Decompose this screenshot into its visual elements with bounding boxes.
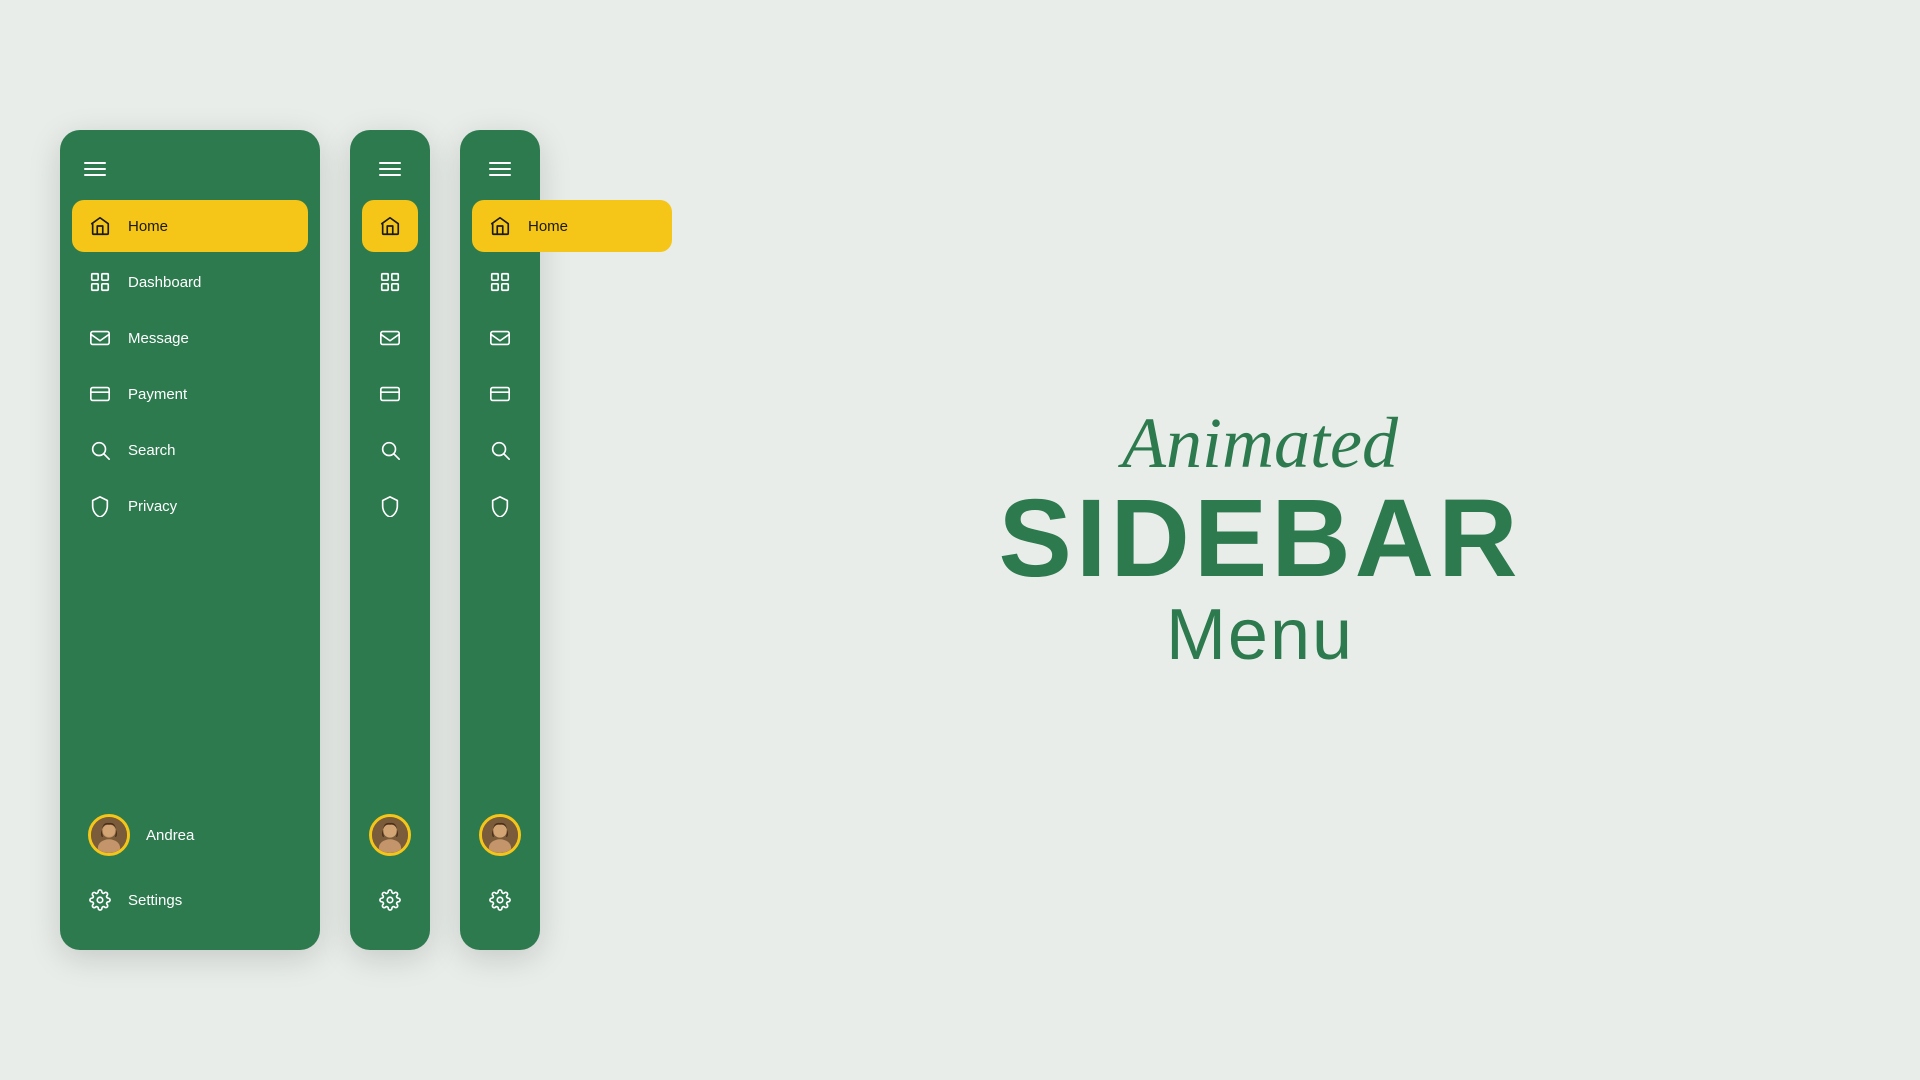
home-icon-medium bbox=[378, 214, 402, 238]
avatar-item-expanded[interactable]: Andrea bbox=[72, 800, 308, 870]
avatar-compact bbox=[479, 814, 521, 856]
nav-item-dashboard-compact[interactable] bbox=[472, 256, 528, 308]
sidebar-expanded: Home Dashboard Message bbox=[60, 130, 320, 950]
search-icon bbox=[88, 438, 112, 462]
home-icon bbox=[88, 214, 112, 238]
nav-label-home-expanded: Home bbox=[128, 218, 168, 235]
payment-icon bbox=[88, 382, 112, 406]
nav-item-dashboard-medium[interactable] bbox=[362, 256, 418, 308]
nav-item-search-medium[interactable] bbox=[362, 424, 418, 476]
nav-item-payment-compact[interactable] bbox=[472, 368, 528, 420]
search-icon-compact bbox=[488, 438, 512, 462]
sidebar-bottom-expanded: Andrea Settings bbox=[60, 800, 320, 926]
nav-item-home-expanded[interactable]: Home bbox=[72, 200, 308, 252]
dashboard-icon bbox=[88, 270, 112, 294]
hero-title-animated: Animated SIDEBAR Menu bbox=[998, 404, 1521, 675]
hamburger-button-medium[interactable] bbox=[379, 162, 401, 176]
nav-label-settings-expanded: Settings bbox=[128, 892, 182, 909]
settings-icon-compact bbox=[488, 888, 512, 912]
privacy-icon bbox=[88, 494, 112, 518]
payment-icon-compact bbox=[488, 382, 512, 406]
settings-icon-medium bbox=[378, 888, 402, 912]
nav-item-message-medium[interactable] bbox=[362, 312, 418, 364]
sidebar-bottom-compact bbox=[460, 800, 540, 926]
nav-item-settings-medium[interactable] bbox=[378, 874, 402, 926]
hamburger-button-compact[interactable] bbox=[489, 162, 511, 176]
message-icon-medium bbox=[378, 326, 402, 350]
nav-items-compact: Home bbox=[460, 200, 540, 800]
sidebar-header-medium bbox=[350, 154, 430, 200]
nav-label-home-compact: Home bbox=[528, 218, 568, 235]
dashboard-icon-medium bbox=[378, 270, 402, 294]
sidebars-area: Home Dashboard Message bbox=[60, 130, 540, 950]
message-icon bbox=[88, 326, 112, 350]
nav-items-medium bbox=[350, 200, 430, 800]
sidebar-compact: Home bbox=[460, 130, 540, 950]
nav-item-home-compact[interactable]: Home bbox=[472, 200, 672, 252]
nav-item-settings-compact[interactable] bbox=[488, 874, 512, 926]
nav-item-home-medium[interactable] bbox=[362, 200, 418, 252]
home-icon-compact bbox=[488, 214, 512, 238]
nav-item-privacy-medium[interactable] bbox=[362, 480, 418, 532]
avatar-medium bbox=[369, 814, 411, 856]
sidebar-bottom-medium bbox=[350, 800, 430, 926]
avatar-name-expanded: Andrea bbox=[146, 827, 194, 844]
nav-item-search-expanded[interactable]: Search bbox=[72, 424, 308, 476]
nav-label-payment-expanded: Payment bbox=[128, 386, 187, 403]
nav-item-message-compact[interactable] bbox=[472, 312, 528, 364]
payment-icon-medium bbox=[378, 382, 402, 406]
nav-items-expanded: Home Dashboard Message bbox=[60, 200, 320, 800]
hero-line3: Menu bbox=[998, 594, 1521, 676]
nav-label-privacy-expanded: Privacy bbox=[128, 498, 177, 515]
nav-label-message-expanded: Message bbox=[128, 330, 189, 347]
privacy-icon-medium bbox=[378, 494, 402, 518]
nav-item-dashboard-expanded[interactable]: Dashboard bbox=[72, 256, 308, 308]
search-icon-medium bbox=[378, 438, 402, 462]
nav-item-payment-medium[interactable] bbox=[362, 368, 418, 420]
nav-item-privacy-expanded[interactable]: Privacy bbox=[72, 480, 308, 532]
avatar-item-compact[interactable] bbox=[479, 800, 521, 870]
nav-item-search-compact[interactable] bbox=[472, 424, 528, 476]
settings-icon bbox=[88, 888, 112, 912]
privacy-icon-compact bbox=[488, 494, 512, 518]
nav-label-search-expanded: Search bbox=[128, 442, 176, 459]
hero-line2: SIDEBAR bbox=[998, 484, 1521, 594]
nav-item-privacy-compact[interactable] bbox=[472, 480, 528, 532]
sidebar-header-expanded bbox=[60, 154, 320, 200]
dashboard-icon-compact bbox=[488, 270, 512, 294]
hamburger-button-expanded[interactable] bbox=[84, 162, 106, 176]
avatar-item-medium[interactable] bbox=[369, 800, 411, 870]
nav-label-dashboard-expanded: Dashboard bbox=[128, 274, 201, 291]
nav-item-payment-expanded[interactable]: Payment bbox=[72, 368, 308, 420]
nav-item-message-expanded[interactable]: Message bbox=[72, 312, 308, 364]
message-icon-compact bbox=[488, 326, 512, 350]
nav-item-settings-expanded[interactable]: Settings bbox=[72, 874, 308, 926]
sidebar-header-compact bbox=[460, 154, 540, 200]
sidebar-medium bbox=[350, 130, 430, 950]
page-layout: Home Dashboard Message bbox=[0, 0, 1920, 1080]
content-area: Animated SIDEBAR Menu bbox=[600, 40, 1860, 1040]
avatar-expanded bbox=[88, 814, 130, 856]
hero-line1: Animated bbox=[998, 404, 1521, 483]
